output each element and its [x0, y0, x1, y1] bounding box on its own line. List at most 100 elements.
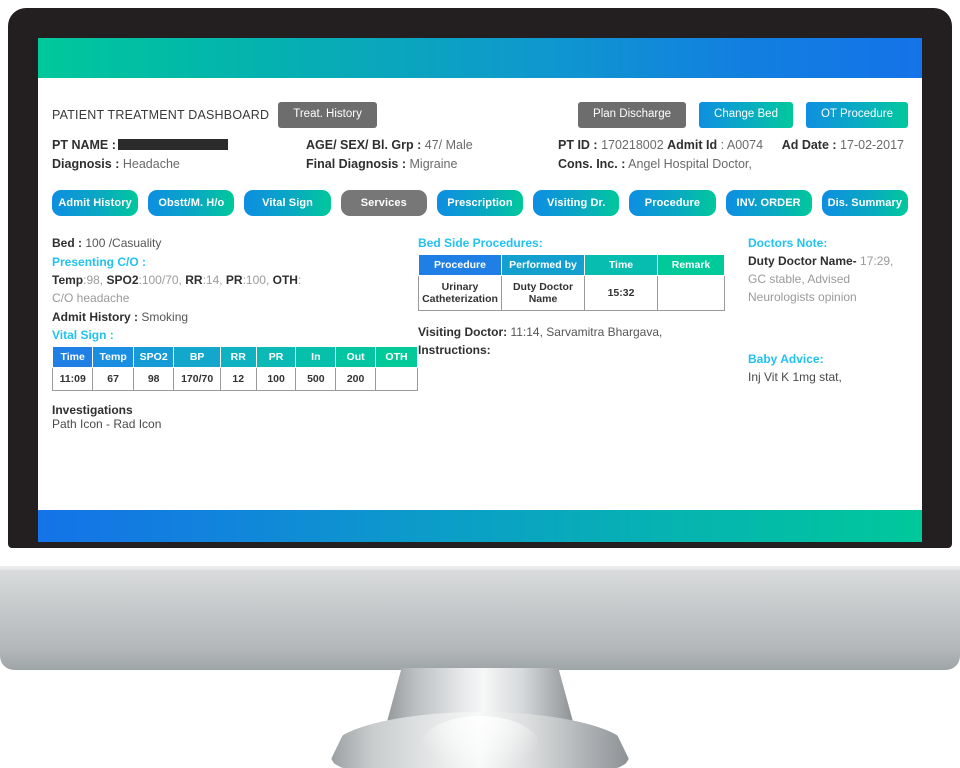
bed-side-procedures-heading: Bed Side Procedures: [418, 236, 543, 251]
vs-cell-bp: 170/70 [173, 367, 221, 392]
spo2-label: SPO2 [106, 272, 139, 287]
vital-sign-header-row: Time Temp SPO2 BP RR PR In Out OTH [51, 346, 419, 369]
patient-info-col-2: AGE/ SEX/ Bl. Grp : 47/ Male Final Diagn… [306, 138, 558, 176]
ad-date-group: Ad Date : 17-02-2017 [782, 138, 908, 152]
pr-label: PR [225, 272, 243, 287]
co-headache-line: C/O headache [52, 291, 130, 306]
vs-cell-rr: 12 [219, 367, 257, 392]
header-action-buttons: Plan Discharge Change Bed OT Procedure [578, 102, 908, 128]
ot-procedure-button[interactable]: OT Procedure [805, 102, 908, 128]
bsp-col-remark: Remark [657, 254, 725, 277]
vs-cell-temp: 67 [92, 367, 134, 392]
diagnosis-row: Diagnosis : Headache [52, 157, 306, 171]
dashboard-page: PATIENT TREATMENT DASHBOARD Treat. Histo… [38, 78, 922, 510]
vs-cell-in: 500 [295, 367, 337, 392]
bsp-cell-performed-by: Duty Doctor Name [501, 275, 585, 312]
diagnosis-label: Diagnosis : [52, 157, 120, 171]
dashboard-content-columns: Bed : 100 /Casuality Presenting C/O : Te… [51, 218, 908, 432]
vs-col-bp: BP [173, 346, 221, 369]
baby-advice-value: Inj Vit K 1mg stat, [748, 370, 842, 385]
bsp-cell-procedure: Urinary Catheterization [418, 275, 502, 312]
patient-info-block: PT NAME : Diagnosis : Headache AGE/ SEX/… [52, 130, 908, 176]
tab-vital-sign[interactable]: Vital Sign [244, 190, 331, 217]
right-column-spacer [748, 306, 908, 350]
vs-cell-out: 200 [335, 367, 376, 392]
baby-advice-heading: Baby Advice: [748, 352, 824, 367]
vs-cell-oth [374, 367, 419, 392]
tab-dis-summary[interactable]: Dis. Summary [821, 190, 908, 217]
vs-col-oth: OTH [374, 346, 419, 369]
bsp-header-row: Procedure Performed by Time Remark [418, 254, 725, 277]
plan-discharge-button[interactable]: Plan Discharge [578, 102, 687, 128]
pt-id-value: 170218002 [601, 138, 664, 152]
app-top-gradient-bar [38, 38, 922, 78]
tab-procedure[interactable]: Procedure [629, 190, 716, 217]
vital-sign-table: Time Temp SPO2 BP RR PR In Out OTH 11:09… [51, 346, 419, 392]
visiting-doctor-row: Visiting Doctor: 11:14, Sarvamitra Bharg… [418, 311, 744, 341]
doctors-note-body: Duty Doctor Name- 17:29, GC stable, Advi… [748, 252, 908, 306]
vs-col-temp: Temp [92, 346, 134, 369]
left-column: Bed : 100 /Casuality Presenting C/O : Te… [51, 234, 419, 432]
screen-viewport: PATIENT TREATMENT DASHBOARD Treat. Histo… [38, 38, 922, 542]
admit-id-value: : A0074 [720, 138, 764, 152]
spo2-value: :100/70, [138, 272, 186, 287]
visiting-doctor-value: 11:14, Sarvamitra Bhargava, [510, 325, 663, 340]
oth-value: : [297, 272, 302, 287]
pt-name-redacted-value [117, 139, 228, 150]
pt-name-label: PT NAME : [52, 138, 116, 152]
vs-cell-spo2: 98 [132, 367, 175, 392]
vs-col-spo2: SPO2 [132, 346, 175, 369]
vs-cell-pr: 100 [255, 367, 297, 392]
visiting-doctor-label: Visiting Doctor: [418, 325, 508, 340]
tab-visiting-dr[interactable]: Visiting Dr. [533, 190, 620, 217]
final-diagnosis-row: Final Diagnosis : Migraine [306, 157, 558, 171]
vs-col-rr: RR [219, 346, 257, 369]
age-sex-blood-value: 47/ Male [424, 138, 473, 152]
duty-doctor-label: Duty Doctor Name- [748, 254, 857, 269]
vital-sign-heading: Vital Sign : [52, 328, 114, 343]
bsp-col-procedure: Procedure [418, 254, 502, 277]
bed-side-procedures-table: Procedure Performed by Time Remark Urina… [418, 254, 725, 312]
vs-col-in: In [295, 346, 337, 369]
bsp-cell-time: 15:32 [584, 275, 658, 312]
final-diagnosis-value: Migraine [409, 157, 458, 171]
bed-label: Bed : [52, 236, 82, 251]
presenting-co-heading: Presenting C/O : [52, 254, 147, 269]
rr-label: RR [185, 272, 203, 287]
tab-services[interactable]: Services [340, 190, 427, 217]
section-tab-bar: Admit History Obstt/M. H/o Vital Sign Se… [52, 176, 908, 218]
temp-label: Temp [52, 272, 84, 287]
tab-prescription[interactable]: Prescription [436, 190, 524, 217]
bed-value: 100 /Casuality [85, 236, 162, 251]
cons-inc-value: Angel Hospital Doctor, [628, 157, 752, 171]
tab-inv-order[interactable]: INV. ORDER [725, 190, 812, 217]
change-bed-button[interactable]: Change Bed [699, 102, 793, 128]
investigations-value: Path Icon - Rad Icon [52, 417, 162, 432]
app-bottom-gradient-bar [38, 510, 922, 542]
middle-column: Bed Side Procedures: Procedure Performed… [418, 234, 744, 431]
tab-obstt-m-ho[interactable]: Obstt/M. H/o [148, 190, 235, 217]
admit-id-label: Admit Id [667, 138, 718, 152]
pr-value: :100, [242, 272, 273, 287]
tab-admit-history[interactable]: Admit History [52, 190, 139, 217]
age-sex-blood-row: AGE/ SEX/ Bl. Grp : 47/ Male [306, 138, 558, 152]
monitor-chin [0, 570, 960, 670]
vs-col-pr: PR [255, 346, 297, 369]
table-row: Urinary Catheterization Duty Doctor Name… [418, 275, 725, 312]
bsp-col-time: Time [584, 254, 658, 277]
bsp-cell-remark [657, 275, 725, 312]
admit-history-label: Admit History : [52, 309, 139, 324]
page-title: PATIENT TREATMENT DASHBOARD [52, 108, 270, 122]
ad-date-label: Ad Date : [781, 138, 837, 152]
doctors-note-heading: Doctors Note: [748, 236, 828, 251]
bed-row: Bed : 100 /Casuality [52, 234, 418, 253]
instructions-label: Instructions: [418, 343, 491, 358]
header-left-group: PATIENT TREATMENT DASHBOARD Treat. Histo… [52, 102, 377, 128]
vs-cell-time: 11:09 [51, 367, 94, 392]
presenting-vitals-line: Temp:98, SPO2:100/70, RR:14, PR:100, OTH… [52, 271, 418, 290]
table-row: 11:09 67 98 170/70 12 100 500 200 [51, 367, 419, 392]
screenshot-stage: PATIENT TREATMENT DASHBOARD Treat. Histo… [0, 0, 960, 768]
treat-history-button[interactable]: Treat. History [278, 102, 377, 128]
diagnosis-value: Headache [122, 157, 180, 171]
patient-info-col-1: PT NAME : Diagnosis : Headache [52, 138, 306, 176]
